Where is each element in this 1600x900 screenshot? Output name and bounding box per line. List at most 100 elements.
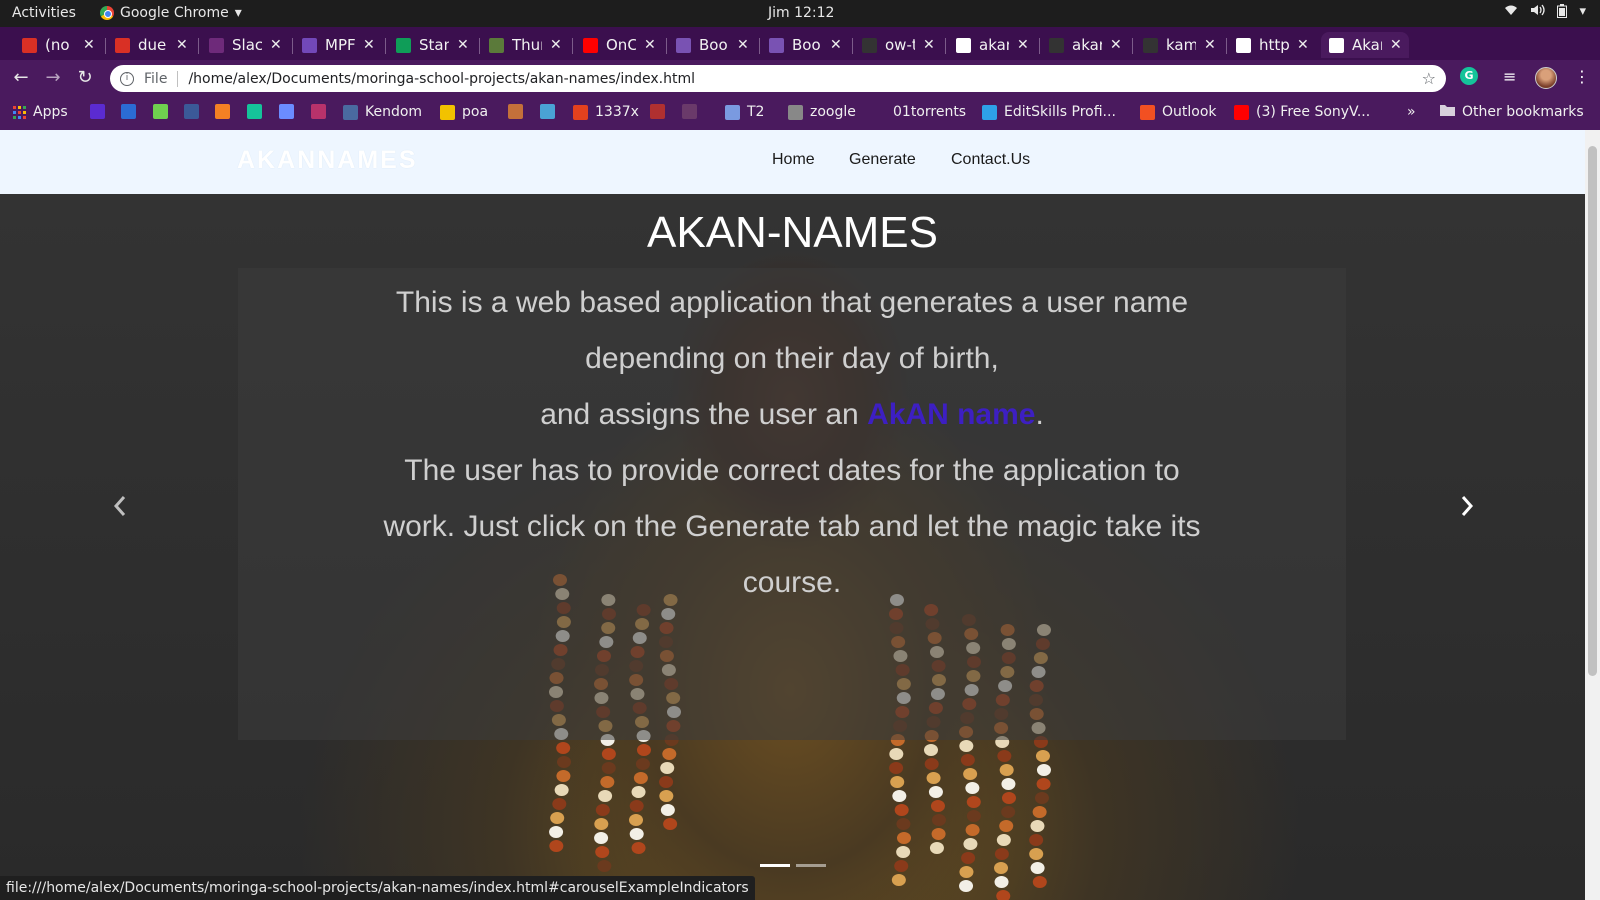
forward-button[interactable]: → xyxy=(41,66,65,90)
tab-1[interactable]: (no s ✕ xyxy=(14,32,102,58)
bookmark-apps[interactable]: Apps xyxy=(13,104,68,120)
carousel-prev-button[interactable] xyxy=(105,494,135,524)
tab-close-icon[interactable]: ✕ xyxy=(550,37,562,53)
nav-contact[interactable]: Contact.Us xyxy=(951,151,1030,169)
tab-2[interactable]: due ✕ xyxy=(107,32,195,58)
poa-icon xyxy=(440,104,455,120)
bookmarks-overflow-button[interactable]: » xyxy=(1407,104,1416,120)
carousel-indicator-1[interactable] xyxy=(759,864,790,867)
back-button[interactable]: ← xyxy=(9,66,33,90)
bead xyxy=(1036,778,1051,790)
bookmark-window[interactable] xyxy=(540,104,555,119)
address-bar[interactable]: i File /home/alex/Documents/moringa-scho… xyxy=(110,65,1446,92)
site-brand[interactable]: AKANNAMES xyxy=(237,146,418,175)
bead xyxy=(631,842,646,854)
page-viewport: AKANNAMES Home Generate Contact.Us AKAN-… xyxy=(0,130,1600,900)
tab-title: Stan xyxy=(419,36,449,54)
bookmark-blade[interactable] xyxy=(311,104,326,119)
bookmark-1337x[interactable]: 1337x xyxy=(573,104,639,120)
address-url[interactable]: /home/alex/Documents/moringa-school-proj… xyxy=(188,71,695,87)
bookmark-gem[interactable] xyxy=(279,104,294,119)
clock[interactable]: Jim 12:12 xyxy=(768,5,834,21)
tab-3[interactable]: Slack ✕ xyxy=(201,32,289,58)
tab-14[interactable]: http ✕ xyxy=(1228,32,1316,58)
bookmark-paypal[interactable] xyxy=(121,104,136,119)
tab-6[interactable]: Thur ✕ xyxy=(481,32,569,58)
blade-icon xyxy=(311,104,326,119)
chevron-right-icon xyxy=(1461,496,1474,516)
system-tray[interactable]: ▾ xyxy=(1504,4,1586,22)
tab-12[interactable]: akan ✕ xyxy=(1041,32,1129,58)
bookmark-poa[interactable]: poa xyxy=(440,104,488,120)
carousel-indicator-2[interactable] xyxy=(795,864,826,867)
tab-close-icon[interactable]: ✕ xyxy=(176,37,188,53)
bead xyxy=(896,818,911,830)
nav-home[interactable]: Home xyxy=(772,151,815,169)
bead xyxy=(598,790,613,802)
tab-13[interactable]: kam ✕ xyxy=(1135,32,1223,58)
x-icon xyxy=(573,104,588,120)
app-menu[interactable]: Google Chrome ▾ xyxy=(100,5,242,21)
bookmark-faded[interactable] xyxy=(682,104,697,119)
tab-close-icon[interactable]: ✕ xyxy=(457,37,469,53)
tab-close-icon[interactable]: ✕ xyxy=(1390,37,1402,53)
tab-close-icon[interactable]: ✕ xyxy=(83,37,95,53)
info-icon[interactable]: i xyxy=(120,71,134,86)
other-bookmarks-folder[interactable]: Other bookmarks xyxy=(1440,104,1584,120)
menu-kebab-icon[interactable]: ⋮ xyxy=(1574,67,1590,86)
tab-15[interactable]: Akan ✕ xyxy=(1321,32,1409,58)
form-icon xyxy=(302,37,317,53)
tab-close-icon[interactable]: ✕ xyxy=(830,37,842,53)
tab-close-icon[interactable]: ✕ xyxy=(644,37,656,53)
reload-button[interactable]: ↻ xyxy=(73,66,97,90)
bookmark-grammarly[interactable] xyxy=(247,104,262,119)
tab-close-icon[interactable]: ✕ xyxy=(1204,37,1216,53)
grammarly-extension[interactable]: G xyxy=(1460,67,1478,85)
caption-line-4: The user has to provide correct dates fo… xyxy=(404,454,1180,487)
bookmark-tumblr[interactable] xyxy=(153,104,168,119)
tab-separator xyxy=(1132,38,1133,54)
tab-close-icon[interactable]: ✕ xyxy=(1297,37,1309,53)
tab-close-icon[interactable]: ✕ xyxy=(1110,37,1122,53)
bookmark-star-icon[interactable]: ☆ xyxy=(1422,69,1436,88)
scrollbar-thumb[interactable] xyxy=(1588,146,1597,676)
apps-icon xyxy=(13,105,26,119)
tab-7[interactable]: OnC ✕ xyxy=(575,32,663,58)
tab-4[interactable]: MPF ✕ xyxy=(294,32,382,58)
tab-5[interactable]: Stan ✕ xyxy=(388,32,476,58)
bookmark-editskills-profi[interactable]: EditSkills Profi... xyxy=(982,104,1116,120)
bookmark--3-free-sonyv[interactable]: (3) Free SonyV... xyxy=(1234,104,1370,120)
nav-generate[interactable]: Generate xyxy=(849,151,916,169)
wifi-icon xyxy=(1504,4,1518,22)
bookmark-star[interactable] xyxy=(90,104,105,119)
tab-9[interactable]: Boo ✕ xyxy=(761,32,849,58)
bookmark-facebook[interactable] xyxy=(184,104,199,119)
tab-separator xyxy=(1226,38,1227,54)
bead xyxy=(636,744,651,756)
media-control-icon[interactable]: ≡ xyxy=(1503,67,1516,86)
bookmark-label: Apps xyxy=(33,104,68,120)
bookmark-bar[interactable] xyxy=(508,104,523,119)
activities-button[interactable]: Activities xyxy=(12,5,76,21)
tab-close-icon[interactable]: ✕ xyxy=(923,37,935,53)
carousel-next-button[interactable] xyxy=(1452,494,1482,524)
profile-button[interactable] xyxy=(1535,67,1557,89)
tab-11[interactable]: akan ✕ xyxy=(948,32,1036,58)
tab-close-icon[interactable]: ✕ xyxy=(1017,37,1029,53)
tab-8[interactable]: Boo ✕ xyxy=(668,32,756,58)
tab-close-icon[interactable]: ✕ xyxy=(363,37,375,53)
tab-10[interactable]: ow-t ✕ xyxy=(854,32,942,58)
bookmark-t2[interactable]: T2 xyxy=(725,104,764,120)
caption-line-1: This is a web based application that gen… xyxy=(395,286,1189,319)
tab-title: kam xyxy=(1166,36,1196,54)
page-scrollbar[interactable] xyxy=(1585,130,1600,900)
bookmark-kendom[interactable]: Kendom xyxy=(343,104,422,120)
bookmark-hex[interactable] xyxy=(650,104,665,119)
tab-close-icon[interactable]: ✕ xyxy=(270,37,282,53)
bookmark-outlook[interactable]: Outlook xyxy=(1140,104,1217,120)
tab-close-icon[interactable]: ✕ xyxy=(737,37,749,53)
tab-title: Akan xyxy=(1352,36,1382,54)
bookmark-stack[interactable] xyxy=(215,104,230,119)
bookmark-01torrents[interactable]: 01torrents xyxy=(893,104,966,120)
bookmark-zoogle[interactable]: zoogle xyxy=(788,104,856,120)
